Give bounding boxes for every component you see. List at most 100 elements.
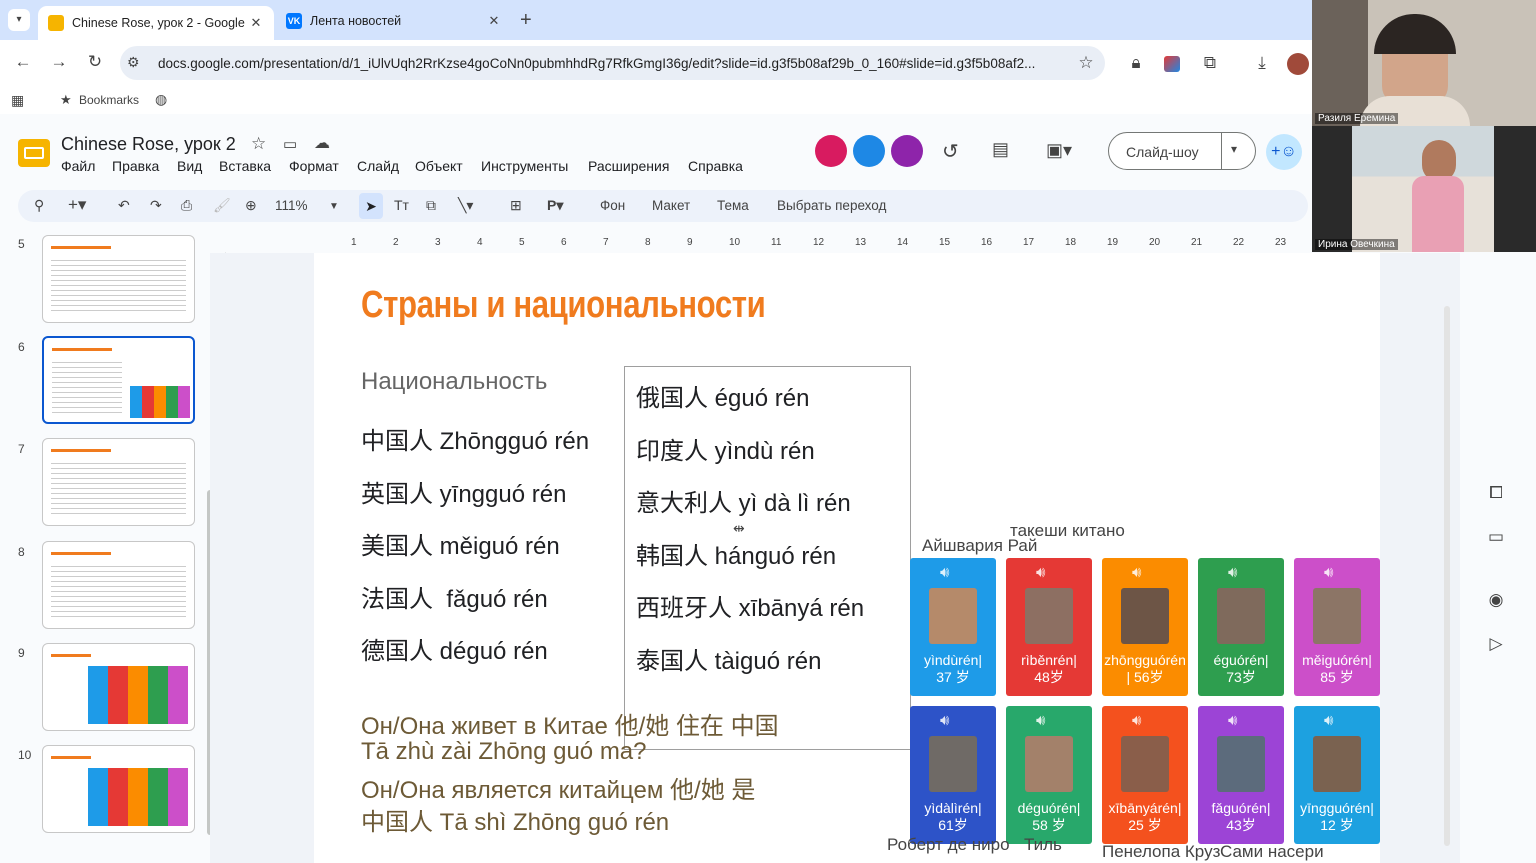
celebrity-card[interactable]: 🔊︎ déguórén| 58 岁 — [1006, 706, 1092, 844]
slideshow-button[interactable]: Слайд-шоу ▾ — [1108, 132, 1256, 170]
example-sentence[interactable]: Tā zhù zài Zhōng guó ma? — [361, 738, 647, 766]
select-tool-button[interactable]: ➤ — [359, 193, 383, 219]
lock-extension-icon[interactable]: 🔒︎ — [1124, 53, 1148, 73]
celebrity-card[interactable]: 🔊︎ yìndùrén| 37 岁 — [910, 558, 996, 696]
menu-help[interactable]: Справка — [688, 158, 743, 174]
version-history-icon[interactable]: ↺ — [942, 139, 959, 164]
menu-view[interactable]: Вид — [177, 158, 202, 174]
redo-icon[interactable]: ↷ — [150, 197, 162, 214]
tab-chinese-rose[interactable]: Chinese Rose, урок 2 - Google ✕ — [38, 6, 274, 40]
menu-tools[interactable]: Инструменты — [481, 158, 568, 174]
slide-thumbnail-selected[interactable] — [42, 336, 195, 424]
nationality-item[interactable]: 泰国人 tàiguó rén — [636, 641, 821, 676]
background-button[interactable]: Фон — [600, 198, 625, 213]
pen-icon[interactable]: P▾ — [547, 197, 563, 214]
bookmark-star-icon[interactable]: ☆ — [1074, 53, 1098, 73]
menu-insert[interactable]: Вставка — [219, 158, 271, 174]
celebrity-card[interactable]: 🔊︎ zhōngguórén | 56岁 — [1102, 558, 1188, 696]
speaker-icon[interactable]: 🔊︎ — [1228, 712, 1237, 729]
line-icon[interactable]: ╲▾ — [458, 197, 473, 214]
menu-edit[interactable]: Правка — [112, 158, 159, 174]
nationality-item[interactable]: 韩国人 hánguó rén — [636, 536, 836, 571]
menu-format[interactable]: Формат — [289, 158, 339, 174]
share-add-person-button[interactable]: +☺ — [1266, 134, 1302, 170]
menu-extensions[interactable]: Расширения — [588, 158, 669, 174]
reload-icon[interactable]: ↻ — [83, 52, 107, 72]
collaborator-avatar[interactable] — [891, 135, 923, 167]
comments-icon[interactable]: ▤ — [992, 139, 1009, 160]
speaker-icon[interactable]: 🔊︎ — [1132, 564, 1141, 581]
folder-icon[interactable]: ▭ — [1485, 527, 1507, 547]
keep-notes-icon[interactable]: ⧠ — [1485, 483, 1507, 503]
nationality-item[interactable]: 西班牙人 xībānyá rén — [636, 588, 864, 623]
search-menus-icon[interactable]: ⚲ — [34, 197, 44, 214]
speaker-icon[interactable]: 🔊︎ — [1036, 712, 1045, 729]
extension-icon[interactable] — [1164, 56, 1180, 72]
chevron-down-icon[interactable]: ▾ — [1231, 142, 1237, 156]
layout-button[interactable]: Макет — [652, 198, 690, 213]
paint-format-icon[interactable]: 🖌︎ — [213, 197, 231, 214]
slide-title[interactable]: Страны и национальности — [361, 284, 766, 327]
image-icon[interactable]: ⧉ — [426, 197, 436, 214]
url-text[interactable]: docs.google.com/presentation/d/1_iUlvUqh… — [158, 56, 1066, 71]
back-icon[interactable]: ← — [11, 52, 35, 72]
collaborator-avatar[interactable] — [815, 135, 847, 167]
nationality-item[interactable]: 俄国人 éguó rén — [636, 378, 809, 413]
celebrity-card[interactable]: 🔊︎ měiguórén| 85 岁 — [1294, 558, 1380, 696]
puzzle-extensions-icon[interactable]: ⧉ — [1198, 53, 1222, 73]
download-icon[interactable]: ⤓ — [1250, 53, 1274, 73]
zoom-select[interactable]: 111% — [275, 198, 308, 213]
nationality-item[interactable]: 德国人 déguó rén — [361, 631, 548, 666]
profile-avatar[interactable] — [1287, 53, 1309, 75]
tab-news-feed[interactable]: VK Лента новостей ✕ — [276, 6, 512, 36]
celebrity-card[interactable]: 🔊︎ yìdàlìrén| 61岁 — [910, 706, 996, 844]
speaker-icon[interactable]: 🔊︎ — [940, 564, 949, 581]
meet-camera-icon[interactable]: ▣▾ — [1046, 140, 1072, 161]
site-info-icon[interactable]: ⚙ — [127, 54, 140, 71]
slide-thumbnail[interactable] — [42, 438, 195, 526]
print-icon[interactable]: ⎙ — [181, 197, 192, 214]
celebrity-card[interactable]: 🔊︎ fǎguórén| 43岁 — [1198, 706, 1284, 844]
chevron-down-icon[interactable]: ▼ — [329, 201, 339, 212]
example-sentence[interactable]: Он/Она живет в Китае 他/她 住在 中国 — [361, 706, 779, 741]
nationality-item[interactable]: 法国人 fǎguó rén — [361, 579, 548, 614]
slide-thumbnail[interactable] — [42, 235, 195, 323]
example-sentence[interactable]: 中国人 Tā shì Zhōng guó rén — [361, 802, 669, 837]
nationality-item[interactable]: 意大利人 yì dà lì rén — [636, 483, 851, 518]
play-icon[interactable]: ▷ — [1485, 634, 1507, 654]
speaker-icon[interactable]: 🔊︎ — [1324, 564, 1333, 581]
record-icon[interactable]: ◉ — [1485, 590, 1507, 610]
celebrity-card[interactable]: 🔊︎ yīngguórén| 12 岁 — [1294, 706, 1380, 844]
apps-grid-icon[interactable]: ▦ — [11, 92, 24, 109]
new-tab-button[interactable]: + — [520, 10, 532, 30]
tab-search-button[interactable]: ▾ — [8, 9, 30, 31]
speaker-icon[interactable]: 🔊︎ — [940, 712, 949, 729]
celebrity-card[interactable]: 🔊︎ éguórén| 73岁 — [1198, 558, 1284, 696]
document-title[interactable]: Chinese Rose, урок 2 — [61, 134, 236, 155]
speaker-icon[interactable]: 🔊︎ — [1132, 712, 1141, 729]
nationality-header[interactable]: Национальность — [361, 368, 547, 396]
undo-icon[interactable]: ↶ — [118, 197, 130, 214]
nationality-item[interactable]: 英国人 yīngguó rén — [361, 474, 566, 509]
globe-icon[interactable]: ◍ — [155, 91, 167, 108]
speaker-icon[interactable]: 🔊︎ — [1324, 712, 1333, 729]
menu-object[interactable]: Объект — [415, 158, 463, 174]
slide-thumbnail[interactable] — [42, 643, 195, 731]
bookmarks-label[interactable]: Bookmarks — [79, 93, 139, 107]
video-tile[interactable]: Разиля Еремина — [1312, 0, 1536, 126]
star-icon[interactable]: ☆ — [251, 134, 266, 154]
speaker-icon[interactable]: 🔊︎ — [1036, 564, 1045, 581]
transition-button[interactable]: Выбрать переход — [777, 198, 886, 213]
slides-logo-icon[interactable] — [18, 139, 50, 167]
collaborator-avatar[interactable] — [853, 135, 885, 167]
nationality-item[interactable]: 美国人 měiguó rén — [361, 526, 560, 561]
comment-add-icon[interactable]: ⊞ — [510, 197, 522, 214]
new-slide-icon[interactable]: +▾ — [68, 195, 86, 215]
speaker-icon[interactable]: 🔊︎ — [1228, 564, 1237, 581]
zoom-icon[interactable]: ⊕ — [245, 197, 257, 214]
slide-thumbnail[interactable] — [42, 541, 195, 629]
example-sentence[interactable]: Он/Она является китайцем 他/她 是 — [361, 770, 755, 805]
celebrity-card[interactable]: 🔊︎ xībānyárén| 25 岁 — [1102, 706, 1188, 844]
video-tile[interactable]: Ирина Овечкина — [1312, 126, 1536, 252]
slide-thumbnail[interactable] — [42, 745, 195, 833]
